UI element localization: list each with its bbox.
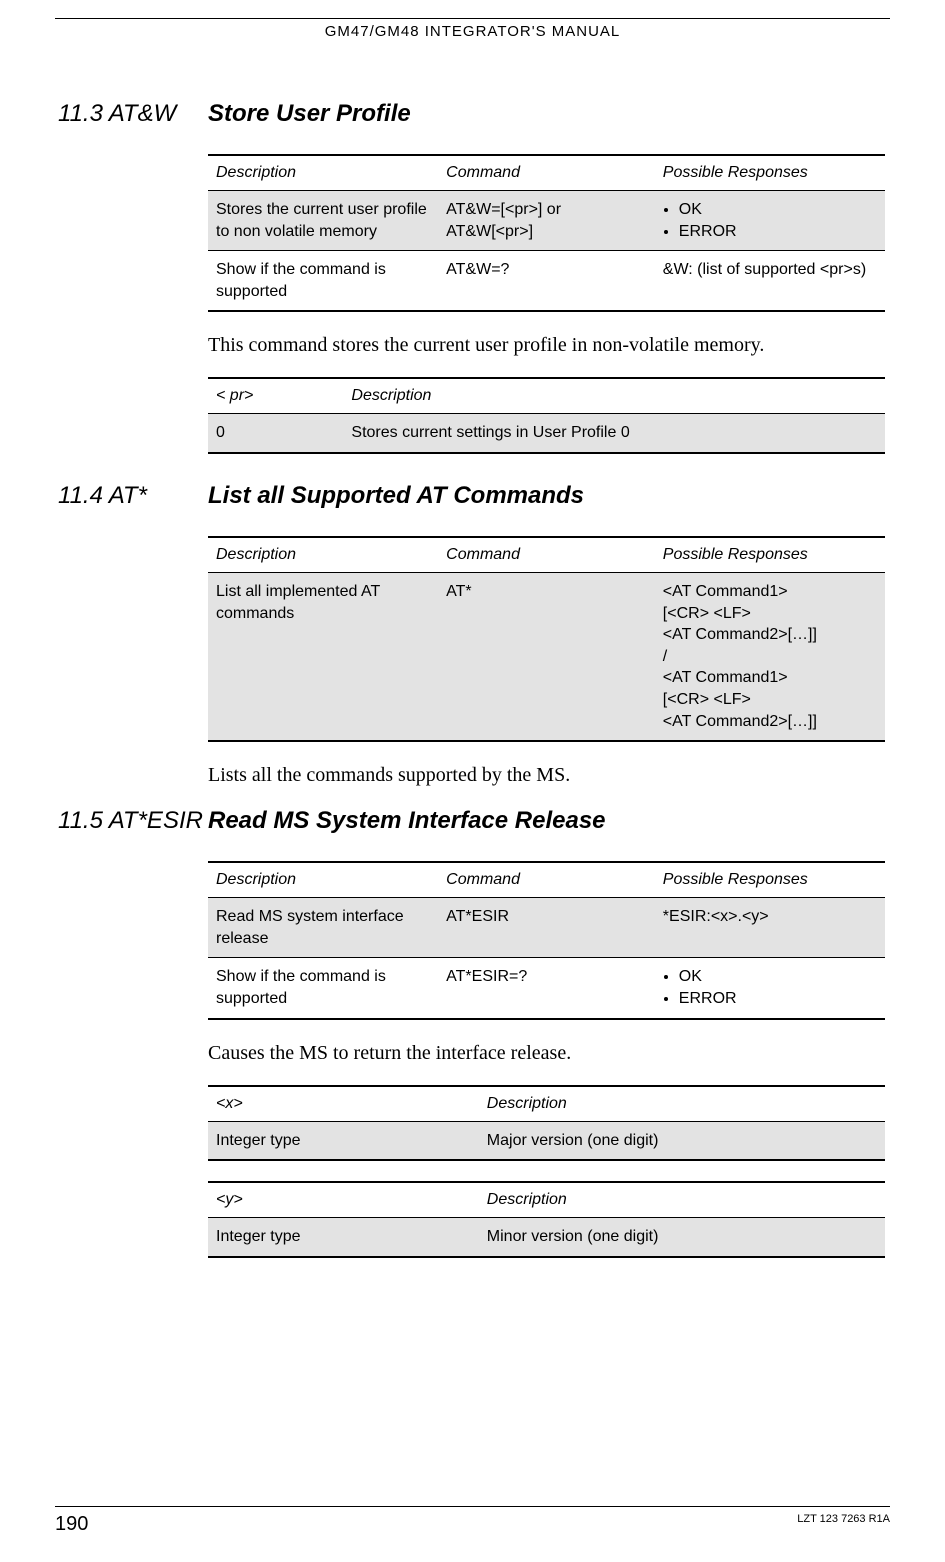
th-command: Command: [438, 155, 655, 191]
table-row: Show if the command is supported AT&W=? …: [208, 251, 885, 312]
cell-cmd: AT&W=[<pr>] or AT&W[<pr>]: [438, 191, 655, 251]
resp-line: <AT Command1>: [663, 583, 788, 600]
th-possible-responses: Possible Responses: [655, 862, 885, 898]
cell-x-type: Integer type: [208, 1121, 479, 1160]
resp-line: [<CR> <LF>: [663, 605, 751, 622]
resp-line: [<CR> <LF>: [663, 691, 751, 708]
document-code: LZT 123 7263 R1A: [797, 1513, 890, 1525]
table-row: Integer type Major version (one digit): [208, 1121, 885, 1160]
cell-resp: <AT Command1> [<CR> <LF> <AT Command2>[……: [655, 572, 885, 741]
table-row: Stores the current user profile to non v…: [208, 191, 885, 251]
cell-y-desc: Minor version (one digit): [479, 1218, 885, 1257]
th-command: Command: [438, 862, 655, 898]
th-possible-responses: Possible Responses: [655, 537, 885, 573]
th-pr: < pr>: [208, 378, 343, 414]
table-row: Integer type Minor version (one digit): [208, 1218, 885, 1257]
th-description: Description: [208, 862, 438, 898]
section-number-11-4: 11.4 AT*: [58, 482, 147, 510]
table-row: List all implemented AT commands AT* <AT…: [208, 572, 885, 741]
body-text: Lists all the commands supported by the …: [208, 762, 885, 789]
resp-item: OK: [679, 966, 877, 988]
table-row: Show if the command is supported AT*ESIR…: [208, 958, 885, 1019]
th-description: Description: [343, 378, 885, 414]
section-number-11-5: 11.5 AT*ESIR: [58, 807, 203, 835]
resp-line: <AT Command2>[…]]: [663, 626, 817, 643]
resp-item: ERROR: [679, 221, 877, 243]
section-number-11-3: 11.3 AT&W: [58, 100, 176, 128]
page-number: 190: [55, 1513, 88, 1535]
th-possible-responses: Possible Responses: [655, 155, 885, 191]
table-atstar-command: Description Command Possible Responses L…: [208, 536, 885, 742]
table-param-x: <x> Description Integer type Major versi…: [208, 1085, 885, 1162]
cell-desc: Read MS system interface release: [208, 898, 438, 958]
cell-desc: Show if the command is supported: [208, 958, 438, 1019]
page-header: GM47/GM48 INTEGRATOR'S MANUAL: [0, 23, 945, 40]
cell-resp: &W: (list of supported <pr>s): [655, 251, 885, 312]
section-title-list-at-commands: List all Supported AT Commands: [208, 482, 885, 510]
table-row: Read MS system interface release AT*ESIR…: [208, 898, 885, 958]
table-param-y: <y> Description Integer type Minor versi…: [208, 1181, 885, 1258]
cell-y-type: Integer type: [208, 1218, 479, 1257]
body-text: Causes the MS to return the interface re…: [208, 1040, 885, 1067]
resp-item: ERROR: [679, 988, 877, 1010]
cell-cmd: AT*ESIR=?: [438, 958, 655, 1019]
cell-cmd: AT*: [438, 572, 655, 741]
table-atw-command: Description Command Possible Responses S…: [208, 154, 885, 312]
section-title-store-user-profile: Store User Profile: [208, 100, 885, 128]
table-atw-param-pr: < pr> Description 0 Stores current setti…: [208, 377, 885, 454]
table-atesir-command: Description Command Possible Responses R…: [208, 861, 885, 1019]
resp-line: <AT Command1>: [663, 669, 788, 686]
cell-resp: OK ERROR: [655, 958, 885, 1019]
cell-resp: *ESIR:<x>.<y>: [655, 898, 885, 958]
th-description: Description: [479, 1086, 885, 1122]
cell-pr-desc: Stores current settings in User Profile …: [343, 414, 885, 453]
resp-line: /: [663, 648, 667, 665]
cell-pr-value: 0: [208, 414, 343, 453]
body-text: This command stores the current user pro…: [208, 332, 885, 359]
cell-cmd: AT*ESIR: [438, 898, 655, 958]
cell-desc: Show if the command is supported: [208, 251, 438, 312]
resp-line: <AT Command2>[…]]: [663, 713, 817, 730]
cell-desc: List all implemented AT commands: [208, 572, 438, 741]
table-row: 0 Stores current settings in User Profil…: [208, 414, 885, 453]
resp-item: OK: [679, 199, 877, 221]
th-description: Description: [208, 537, 438, 573]
section-title-read-ms-release: Read MS System Interface Release: [208, 807, 885, 835]
cell-cmd: AT&W=?: [438, 251, 655, 312]
cell-resp: OK ERROR: [655, 191, 885, 251]
th-description: Description: [208, 155, 438, 191]
cell-x-desc: Major version (one digit): [479, 1121, 885, 1160]
th-x: <x>: [208, 1086, 479, 1122]
th-command: Command: [438, 537, 655, 573]
cell-desc: Stores the current user profile to non v…: [208, 191, 438, 251]
page-footer: 190 LZT 123 7263 R1A: [55, 1506, 890, 1536]
th-description: Description: [479, 1182, 885, 1218]
th-y: <y>: [208, 1182, 479, 1218]
